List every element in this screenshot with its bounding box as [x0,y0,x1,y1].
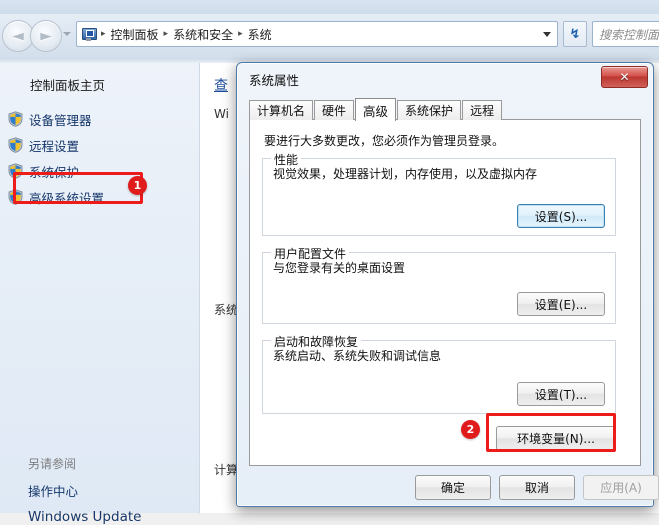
dialog-titlebar[interactable]: 系统属性 ✕ [237,63,653,93]
sidebar-item-label: 系统保护 [29,164,80,180]
tab-advanced[interactable]: 高级 [355,98,397,121]
uac-shield-icon [8,137,23,153]
performance-group-description: 视觉效果，处理器计划，内存使用，以及虚拟内存 [273,167,538,181]
startup-and-recovery-group: 启动和故障恢复 系统启动、系统失败和调试信息 设置(T)... [262,333,616,414]
navigation-pane: 控制面板主页 设备管理器 远程设置 系统保护 高级系统设置 另请参阅 操作中心 … [0,63,200,525]
ok-button[interactable]: 确定 [415,475,491,500]
forward-button[interactable]: ► [30,20,62,52]
startup-group-description: 系统启动、系统失败和调试信息 [273,349,442,363]
content-subtitle: Wi [214,107,229,121]
address-chevron-down-icon[interactable] [543,31,551,37]
computer-monitor-icon [81,26,97,42]
user-profiles-group: 用户配置文件 与您登录有关的桌面设置 设置(E)... [262,245,616,324]
dialog-title: 系统属性 [249,73,300,88]
user-profiles-group-description: 与您登录有关的桌面设置 [273,261,406,275]
recent-pages-chevron-down-icon[interactable] [63,32,71,36]
breadcrumb-separator-icon: ▸ [101,29,106,39]
see-also-item-windows-update[interactable]: Windows Update [28,509,141,525]
sidebar-item-advanced-system-settings[interactable]: 高级系统设置 [8,187,104,207]
address-bar[interactable]: ▸ 控制面板 ▸ 系统和安全 ▸ 系统 [76,21,558,47]
see-also-item-action-center[interactable]: 操作中心 [28,481,78,500]
forward-arrow-icon: ► [40,26,52,45]
performance-group: 性能 视觉效果，处理器计划，内存使用，以及虚拟内存 设置(S)... [262,151,616,236]
content-page-title: 查 [214,78,228,94]
refresh-icon: ↯ [569,26,581,42]
system-properties-dialog: 系统属性 ✕ 计算机名 硬件 高级 系统保护 远程 要进行大多数更改，您必须作为… [236,62,659,507]
breadcrumb-system[interactable]: 系统 [245,26,275,43]
sidebar-item-label: 远程设置 [29,138,80,154]
uac-shield-icon [8,189,23,205]
close-glyph: ✕ [619,70,630,84]
performance-settings-button[interactable]: 设置(S)... [517,204,605,228]
breadcrumb-control-panel[interactable]: 控制面板 [108,26,162,43]
startup-settings-button[interactable]: 设置(T)... [517,382,605,406]
tab-computer-name[interactable]: 计算机名 [249,100,314,120]
see-also-heading: 另请参阅 [28,457,77,471]
dialog-footer: 确定 取消 应用(A) [237,466,659,506]
breadcrumb-separator-icon: ▸ [238,29,243,39]
tab-system-protection[interactable]: 系统保护 [397,100,462,120]
annotation-badge-2: 2 [461,420,480,439]
search-input[interactable]: 搜索控制面板 [592,21,659,47]
refresh-button[interactable]: ↯ [563,21,587,47]
uac-shield-icon [8,163,23,179]
control-panel-home-link[interactable]: 控制面板主页 [30,75,105,94]
sidebar-item-label: 设备管理器 [29,112,92,128]
uac-shield-icon [8,111,23,127]
sidebar-item-label: 高级系统设置 [29,190,105,206]
sidebar-item-remote-settings[interactable]: 远程设置 [8,135,79,155]
search-placeholder: 搜索控制面板 [599,27,659,42]
environment-variables-button[interactable]: 环境变量(N)... [496,426,616,451]
user-profiles-settings-button[interactable]: 设置(E)... [517,292,605,316]
content-section-system: 系统 [214,303,239,317]
tab-remote[interactable]: 远程 [462,100,503,120]
cancel-button[interactable]: 取消 [499,475,575,500]
window-top-band [0,0,659,14]
sidebar-item-device-manager[interactable]: 设备管理器 [8,109,92,129]
back-arrow-icon: ◄ [12,26,24,45]
close-icon[interactable]: ✕ [601,66,648,88]
breadcrumb-separator-icon: ▸ [163,29,169,39]
sidebar-item-system-protection[interactable]: 系统保护 [8,161,79,181]
annotation-badge-1: 1 [128,176,147,195]
tab-hardware[interactable]: 硬件 [314,100,355,120]
apply-button: 应用(A) [583,475,659,500]
advanced-tab-panel: 要进行大多数更改，您必须作为管理员登录。 性能 视觉效果，处理器计划，内存使用，… [249,119,641,466]
dialog-tabstrip: 计算机名 硬件 高级 系统保护 远程 [249,98,641,121]
breadcrumb-system-and-security[interactable]: 系统和安全 [170,26,236,43]
admin-notice-text: 要进行大多数更改，您必须作为管理员登录。 [264,134,505,148]
